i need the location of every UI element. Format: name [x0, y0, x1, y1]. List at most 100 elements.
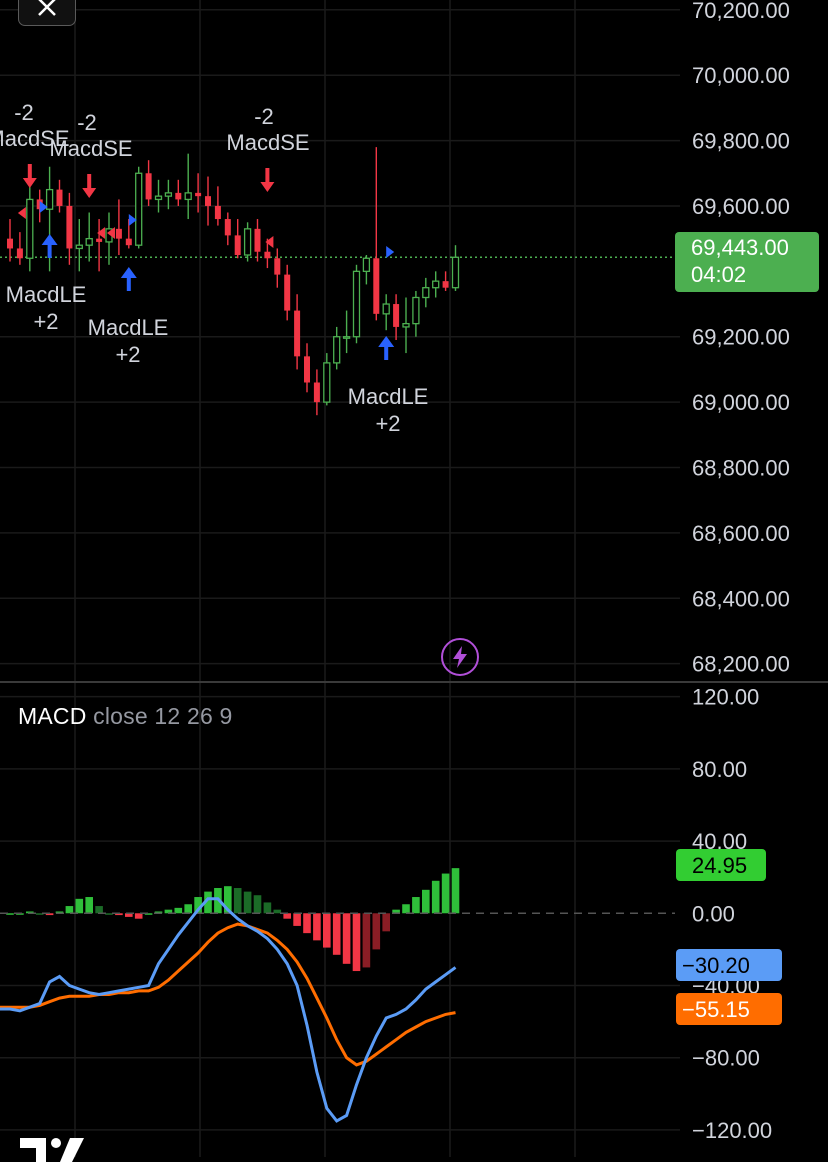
- candle[interactable]: [412, 290, 420, 337]
- candle-body: [75, 244, 83, 250]
- candle-body: [382, 303, 390, 315]
- candle-body: [274, 258, 281, 275]
- macd-tick-label: −80.00: [692, 1046, 760, 1071]
- histogram-bar: [422, 889, 430, 914]
- candle[interactable]: [422, 277, 430, 308]
- candle[interactable]: [56, 179, 63, 213]
- signal-line[interactable]: [0, 922, 456, 1067]
- candle[interactable]: [402, 297, 410, 354]
- candle-body: [135, 172, 143, 246]
- close-button[interactable]: [18, 0, 76, 26]
- bolt-icon: [453, 646, 467, 668]
- histogram-bar: [184, 904, 192, 914]
- current-price-label: 69,443.00: [691, 235, 789, 260]
- candle-body: [243, 228, 252, 256]
- histogram-bar: [352, 913, 361, 972]
- candle-body: [412, 296, 420, 325]
- candle-body: [254, 228, 261, 252]
- candle[interactable]: [85, 212, 93, 262]
- candle-body: [145, 173, 152, 200]
- grid-lines: [0, 0, 680, 1157]
- candle[interactable]: [205, 176, 211, 226]
- lightning-icon[interactable]: [441, 638, 479, 676]
- candle-body: [373, 258, 380, 314]
- signal-label: MacdLE: [88, 315, 169, 340]
- candle-body: [56, 189, 63, 206]
- candle-body: [294, 310, 301, 357]
- candle-body: [66, 205, 73, 249]
- candle[interactable]: [234, 219, 241, 259]
- price-tick-label: 68,800.00: [692, 456, 790, 481]
- histogram-bar: [65, 906, 74, 914]
- candle[interactable]: [224, 212, 231, 246]
- candle[interactable]: [342, 310, 351, 354]
- candle[interactable]: [432, 271, 440, 298]
- histogram-bar: [303, 913, 311, 934]
- candle[interactable]: [393, 294, 400, 340]
- histogram-value-label: 24.95: [692, 853, 747, 878]
- macd-legend[interactable]: MACD close 12 26 9: [18, 703, 233, 730]
- candle[interactable]: [75, 219, 83, 272]
- candle[interactable]: [175, 179, 182, 206]
- candle[interactable]: [304, 343, 310, 393]
- candle[interactable]: [145, 160, 152, 206]
- order-flag-icon: [97, 227, 106, 239]
- histogram-bar: [293, 913, 301, 926]
- candle[interactable]: [214, 186, 221, 226]
- candle[interactable]: [96, 219, 103, 272]
- order-flag-icon: [386, 246, 395, 258]
- candle[interactable]: [154, 179, 163, 213]
- candle[interactable]: [274, 248, 281, 288]
- candle[interactable]: [313, 369, 320, 416]
- bar-countdown: 04:02: [691, 262, 746, 287]
- candle[interactable]: [373, 147, 380, 321]
- candle[interactable]: [362, 255, 371, 285]
- candle[interactable]: [115, 199, 122, 255]
- histogram-value-badge: 24.95: [676, 849, 766, 881]
- price-axis: 70,200.00 70,000.00 69,800.00 69,600.00 69,2…: [692, 0, 790, 677]
- candle[interactable]: [184, 153, 192, 220]
- candle[interactable]: [333, 326, 341, 370]
- price-tick-label: 68,600.00: [692, 521, 790, 546]
- macd-value-badge: −30.20: [676, 949, 782, 981]
- candle[interactable]: [135, 166, 143, 249]
- candle-body: [26, 198, 34, 259]
- candle[interactable]: [243, 222, 252, 262]
- candle-body: [184, 192, 192, 201]
- candle[interactable]: [352, 264, 361, 344]
- histogram-bar: [85, 897, 93, 914]
- chart-stage[interactable]: 70,200.00 70,000.00 69,800.00 69,600.00 69,2…: [0, 0, 828, 1157]
- histogram-bar: [313, 913, 321, 941]
- long-entry-signal: MacdLE+2: [348, 336, 428, 436]
- candle-body: [333, 336, 341, 364]
- histogram-bar: [263, 902, 272, 914]
- candle[interactable]: [66, 192, 73, 265]
- candle-body: [362, 257, 371, 272]
- macd-histogram[interactable]: [6, 868, 460, 972]
- candle[interactable]: [164, 179, 173, 210]
- order-flag-icon: [265, 236, 274, 248]
- signal-label: MacdSE: [226, 130, 309, 155]
- signal-qty: +2: [115, 342, 140, 367]
- histogram-bar: [273, 909, 282, 914]
- histogram-bar: [95, 906, 103, 914]
- candle[interactable]: [254, 219, 261, 262]
- candle-body: [85, 238, 93, 246]
- candle[interactable]: [382, 294, 390, 331]
- candle[interactable]: [451, 245, 460, 291]
- candle[interactable]: [284, 264, 291, 321]
- candle[interactable]: [442, 271, 449, 291]
- macd-line[interactable]: [0, 897, 457, 1123]
- macd-value-label: −30.20: [682, 953, 750, 978]
- candle[interactable]: [16, 232, 23, 265]
- candle-body: [393, 304, 400, 327]
- signal-value-badge: −55.15: [676, 993, 782, 1025]
- candle[interactable]: [7, 219, 13, 262]
- candle-body: [342, 336, 351, 339]
- macd-tick-label: 120.00: [692, 685, 759, 710]
- candle[interactable]: [294, 294, 301, 370]
- close-icon: [38, 0, 56, 16]
- signal-qty: -2: [77, 110, 97, 135]
- tradingview-logo-icon: [20, 1138, 84, 1162]
- candle-body: [45, 188, 54, 210]
